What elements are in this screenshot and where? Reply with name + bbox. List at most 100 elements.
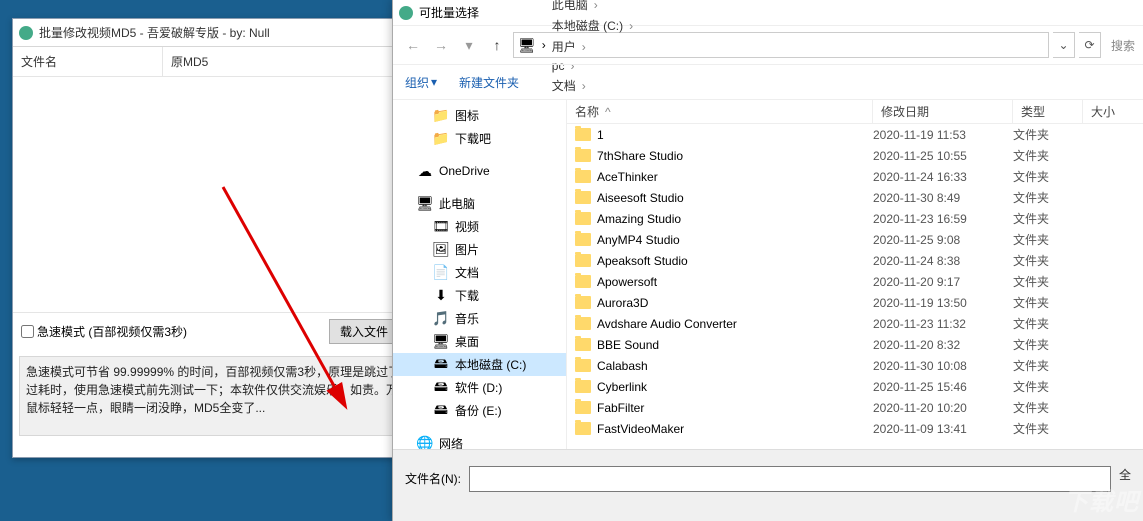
file-list[interactable]: 12020-11-19 11:53文件夹7thShare Studio2020-… bbox=[567, 124, 1143, 449]
folder-icon bbox=[575, 359, 591, 372]
nav-recent-icon[interactable]: ▾ bbox=[457, 33, 481, 57]
breadcrumb[interactable]: 🖥 › 此电脑›本地磁盘 (C:)›用户›pc›文档› bbox=[513, 32, 1049, 58]
sidebar-item[interactable]: 🌐网络 bbox=[393, 432, 566, 449]
file-type: 文件夹 bbox=[1013, 189, 1083, 206]
sidebar-item[interactable]: 📄文档 bbox=[393, 261, 566, 284]
file-date: 2020-11-20 10:20 bbox=[873, 401, 1013, 415]
search-input[interactable]: 搜索 bbox=[1111, 37, 1135, 54]
sidebar-item-label: 下载 bbox=[455, 287, 479, 304]
file-name: FabFilter bbox=[597, 401, 644, 415]
col-date[interactable]: 修改日期 bbox=[873, 100, 1013, 123]
file-type: 文件夹 bbox=[1013, 315, 1083, 332]
file-type: 文件夹 bbox=[1013, 378, 1083, 395]
chevron-down-icon: ▾ bbox=[431, 75, 437, 89]
file-row[interactable]: FabFilter 2020-11-20 10:20文件夹 bbox=[567, 397, 1143, 418]
addr-dropdown-icon[interactable]: ⌄ bbox=[1053, 32, 1075, 58]
sidebar-item[interactable]: 📁下载吧 bbox=[393, 127, 566, 150]
file-name: 1 bbox=[597, 128, 604, 142]
file-row[interactable]: Avdshare Audio Converter2020-11-23 11:32… bbox=[567, 313, 1143, 334]
folder-icon bbox=[575, 212, 591, 225]
filter-dropdown[interactable]: 全 bbox=[1119, 466, 1131, 483]
disk-icon: 🖴 bbox=[433, 357, 449, 373]
col-name[interactable]: 名称 ^ bbox=[567, 100, 873, 123]
sidebar-item[interactable]: 🖥 桌面 bbox=[393, 330, 566, 353]
watermark: 下载吧 bbox=[1064, 482, 1139, 517]
file-name: Aiseesoft Studio bbox=[597, 191, 684, 205]
new-folder-button[interactable]: 新建文件夹 bbox=[459, 74, 519, 91]
file-date: 2020-11-09 13:41 bbox=[873, 422, 1013, 436]
sidebar-item[interactable]: 🖴 本地磁盘 (C:) bbox=[393, 353, 566, 376]
file-name: Apowersoft bbox=[597, 275, 657, 289]
breadcrumb-item[interactable]: 本地磁盘 (C:) bbox=[548, 15, 627, 36]
file-open-dialog: 可批量选择 ← → ▾ ↑ 🖥 › 此电脑›本地磁盘 (C:)›用户›pc›文档… bbox=[392, 0, 1143, 521]
file-name: Amazing Studio bbox=[597, 212, 681, 226]
sidebar-item-label: 此电脑 bbox=[439, 195, 475, 212]
folder-icon bbox=[575, 254, 591, 267]
dialog-titlebar[interactable]: 可批量选择 bbox=[393, 0, 1143, 26]
folder-icon: 📁 bbox=[433, 131, 449, 147]
cloud-icon: ☁ bbox=[417, 163, 433, 179]
file-list-pane: 名称 ^ 修改日期 类型 大小 12020-11-19 11:53文件夹7thS… bbox=[567, 100, 1143, 449]
col-md5[interactable]: 原MD5 bbox=[163, 47, 216, 76]
file-type: 文件夹 bbox=[1013, 399, 1083, 416]
breadcrumb-item[interactable]: 此电脑 bbox=[548, 0, 592, 15]
folder-icon bbox=[575, 401, 591, 414]
file-row[interactable]: Apeaksoft Studio2020-11-24 8:38文件夹 bbox=[567, 250, 1143, 271]
filename-input[interactable] bbox=[469, 466, 1111, 492]
file-row[interactable]: 12020-11-19 11:53文件夹 bbox=[567, 124, 1143, 145]
file-row[interactable]: Cyberlink2020-11-25 15:46文件夹 bbox=[567, 376, 1143, 397]
file-row[interactable]: Amazing Studio2020-11-23 16:59文件夹 bbox=[567, 208, 1143, 229]
file-row[interactable]: Aiseesoft Studio2020-11-30 8:49文件夹 bbox=[567, 187, 1143, 208]
col-filename[interactable]: 文件名 bbox=[13, 47, 163, 76]
nav-forward-icon: → bbox=[429, 33, 453, 57]
md5-title: 批量修改视频MD5 - 吾爱破解专版 - by: Null bbox=[39, 24, 270, 41]
sidebar-item[interactable]: ⬇下载 bbox=[393, 284, 566, 307]
folder-icon bbox=[575, 380, 591, 393]
sidebar-item[interactable]: 🖼图片 bbox=[393, 238, 566, 261]
col-type[interactable]: 类型 bbox=[1013, 100, 1083, 123]
chevron-right-icon[interactable]: › bbox=[594, 0, 598, 12]
sidebar-item[interactable]: ☁OneDrive bbox=[393, 160, 566, 182]
fast-mode-label[interactable]: 急速模式 (百部视频仅需3秒) bbox=[21, 323, 321, 340]
sidebar-item[interactable]: 🖴备份 (E:) bbox=[393, 399, 566, 422]
sidebar-item[interactable]: 📁图标 bbox=[393, 104, 566, 127]
file-date: 2020-11-23 16:59 bbox=[873, 212, 1013, 226]
file-name: Aurora3D bbox=[597, 296, 648, 310]
file-date: 2020-11-25 10:55 bbox=[873, 149, 1013, 163]
file-row[interactable]: Calabash2020-11-30 10:08文件夹 bbox=[567, 355, 1143, 376]
sidebar-item[interactable]: 🖴软件 (D:) bbox=[393, 376, 566, 399]
fast-mode-checkbox[interactable] bbox=[21, 325, 34, 338]
file-name: Apeaksoft Studio bbox=[597, 254, 688, 268]
folder-icon bbox=[575, 317, 591, 330]
sidebar-item-label: 桌面 bbox=[455, 333, 479, 350]
sidebar-item-label: 本地磁盘 (C:) bbox=[455, 356, 526, 373]
file-row[interactable]: AceThinker2020-11-24 16:33文件夹 bbox=[567, 166, 1143, 187]
file-name: AceThinker bbox=[597, 170, 658, 184]
breadcrumb-item[interactable]: 用户 bbox=[548, 36, 580, 57]
sidebar-item[interactable]: 🎵音乐 bbox=[393, 307, 566, 330]
organize-menu[interactable]: 组织 ▾ bbox=[405, 74, 437, 91]
file-row[interactable]: FastVideoMaker2020-11-09 13:41文件夹 bbox=[567, 418, 1143, 439]
nav-up-icon[interactable]: ↑ bbox=[485, 33, 509, 57]
file-row[interactable]: 7thShare Studio2020-11-25 10:55文件夹 bbox=[567, 145, 1143, 166]
chevron-right-icon[interactable]: › bbox=[542, 38, 546, 52]
col-size[interactable]: 大小 bbox=[1083, 100, 1143, 123]
sidebar-item[interactable]: 🎞视频 bbox=[393, 215, 566, 238]
file-type: 文件夹 bbox=[1013, 357, 1083, 374]
load-files-button[interactable]: 载入文件 bbox=[329, 319, 399, 344]
file-row[interactable]: AnyMP4 Studio2020-11-25 9:08文件夹 bbox=[567, 229, 1143, 250]
nav-back-icon[interactable]: ← bbox=[401, 33, 425, 57]
desk-icon: 🖥 bbox=[433, 334, 449, 350]
pc-icon: 🖥 bbox=[417, 196, 433, 212]
file-date: 2020-11-19 13:50 bbox=[873, 296, 1013, 310]
chevron-right-icon[interactable]: › bbox=[629, 19, 633, 33]
chevron-right-icon[interactable]: › bbox=[582, 40, 586, 54]
image-icon: 🖼 bbox=[433, 242, 449, 258]
file-type: 文件夹 bbox=[1013, 231, 1083, 248]
file-row[interactable]: Aurora3D2020-11-19 13:50文件夹 bbox=[567, 292, 1143, 313]
file-row[interactable]: Apowersoft2020-11-20 9:17文件夹 bbox=[567, 271, 1143, 292]
sidebar-item[interactable]: 🖥 此电脑 bbox=[393, 192, 566, 215]
navigation-sidebar[interactable]: 📁图标📁下载吧 ☁OneDrive 🖥 此电脑 🎞视频🖼图片📄文档⬇下载🎵音乐 🖥 桌面 🖴 本… bbox=[393, 100, 567, 449]
addr-refresh-icon[interactable]: ⟳ bbox=[1079, 32, 1101, 58]
file-row[interactable]: BBE Sound2020-11-20 8:32文件夹 bbox=[567, 334, 1143, 355]
